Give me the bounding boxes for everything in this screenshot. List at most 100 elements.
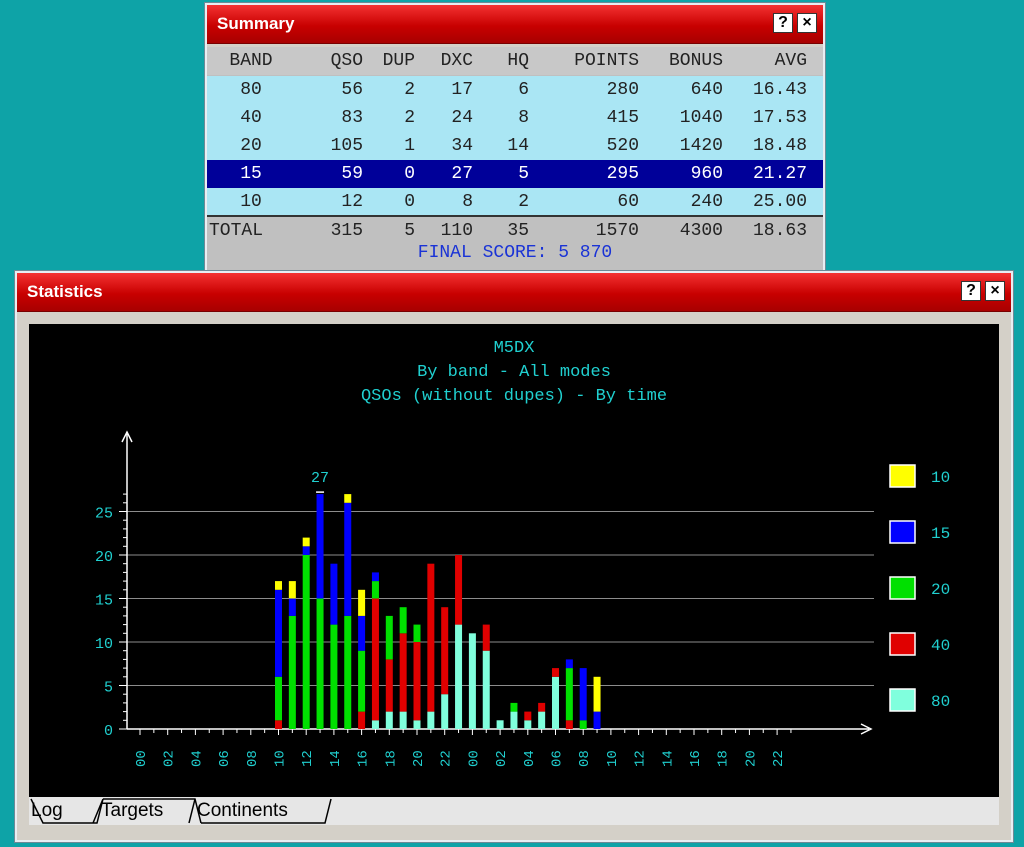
bar-segment-40 <box>358 711 366 729</box>
cell-qso: 56 <box>341 80 363 100</box>
legend-swatch-80 <box>889 688 916 712</box>
tab-log[interactable]: Log <box>31 799 63 823</box>
x-tick-label: 16 <box>356 750 372 767</box>
bar-segment-20 <box>288 615 296 729</box>
bar-segment-20 <box>371 581 379 599</box>
cell-band: 80 <box>240 80 262 100</box>
legend-label: 15 <box>931 525 950 543</box>
y-tick-label: 20 <box>95 549 113 566</box>
y-tick-label: 5 <box>104 680 113 697</box>
summary-close-button[interactable]: × <box>797 13 817 33</box>
table-row[interactable]: 15 59 0 27 5 295 960 21.27 <box>207 160 823 188</box>
summary-title: Summary <box>217 14 295 33</box>
table-row[interactable]: 10 12 0 8 2 60 240 25.00 <box>207 188 823 216</box>
cell-points: 60 <box>617 192 639 212</box>
cell-qso: 315 <box>330 221 363 241</box>
bar-segment-20 <box>358 650 366 712</box>
bar-segment-40 <box>413 642 421 721</box>
cell-dup: 5 <box>404 221 415 241</box>
cell-avg: 18.63 <box>752 221 807 241</box>
table-header: BAND QSO DUP DXC HQ POINTS BONUS AVG <box>207 47 823 75</box>
summary-help-button[interactable]: ? <box>773 13 793 33</box>
bar-segment-20 <box>579 720 587 729</box>
bar-segment-15 <box>344 502 352 616</box>
cell-band: TOTAL <box>209 221 264 241</box>
cell-dxc: DXC <box>440 51 473 71</box>
cell-bonus: 960 <box>690 164 723 184</box>
statistics-titlebar[interactable]: Statistics ? × <box>17 273 1011 312</box>
cell-points: 295 <box>606 164 639 184</box>
bar-segment-10 <box>593 676 601 712</box>
bar-segment-80 <box>538 711 546 729</box>
x-tick-label: 04 <box>189 750 205 767</box>
bar-segment-80 <box>496 720 504 729</box>
bar-segment-20 <box>302 555 310 729</box>
y-tick-label: 25 <box>95 506 113 523</box>
x-tick-label: 08 <box>245 750 261 767</box>
x-tick-label: 06 <box>550 750 566 767</box>
x-tick-label: 12 <box>633 750 649 767</box>
x-tick-label: 16 <box>688 750 704 767</box>
bar-segment-15 <box>565 659 573 669</box>
tab-targets[interactable]: Targets <box>101 799 163 823</box>
cell-dup: 2 <box>404 80 415 100</box>
cell-hq: 14 <box>507 136 529 156</box>
cell-dup: 0 <box>404 192 415 212</box>
tab-continents[interactable]: Continents <box>197 799 288 823</box>
bar-segment-80 <box>468 633 476 729</box>
max-label: 27 <box>311 470 329 487</box>
bar-segment-20 <box>344 615 352 729</box>
legend-label: 20 <box>931 581 950 599</box>
legend-label: 40 <box>931 637 950 655</box>
chart-area: M5DX By band - All modes QSOs (without dup… <box>29 324 999 797</box>
table-row[interactable]: 40 83 2 24 8 415 1040 17.53 <box>207 104 823 132</box>
x-tick-label: 12 <box>300 750 316 767</box>
cell-avg: AVG <box>774 51 807 71</box>
bar-segment-20 <box>275 676 282 721</box>
table-row[interactable]: 20 105 1 34 14 520 1420 18.48 <box>207 132 823 160</box>
bar-segment-20 <box>399 607 407 634</box>
cell-avg: 17.53 <box>752 108 807 128</box>
legend-swatch-10 <box>889 464 916 488</box>
bar-segment-40 <box>399 633 407 712</box>
x-tick-label: 02 <box>162 750 178 767</box>
x-tick-label: 18 <box>383 750 399 767</box>
cell-bonus: BONUS <box>668 51 723 71</box>
bar-segment-40 <box>385 659 393 712</box>
bar-segment-15 <box>302 546 310 555</box>
bar-segment-40 <box>565 720 573 729</box>
cell-avg: 21.27 <box>752 164 807 184</box>
summary-table: BAND QSO DUP DXC HQ POINTS BONUS AVG 80 56 2 17 6 280… <box>207 47 823 271</box>
legend-swatch-40 <box>889 632 916 656</box>
bar-segment-40 <box>524 711 532 721</box>
table-row[interactable]: 80 56 2 17 6 280 640 16.43 <box>207 76 823 104</box>
x-tick-label: 00 <box>134 750 150 767</box>
bar-segment-40 <box>538 702 546 712</box>
cell-hq: 2 <box>518 192 529 212</box>
cell-dup: DUP <box>382 51 415 71</box>
statistics-title: Statistics <box>27 282 103 301</box>
bar-segment-15 <box>316 494 324 599</box>
bar-segment-80 <box>455 624 463 729</box>
bar-segment-80 <box>385 711 393 729</box>
summary-titlebar[interactable]: Summary ? × <box>207 5 823 44</box>
cell-dxc: 110 <box>440 221 473 241</box>
y-tick-label: 10 <box>95 636 113 653</box>
bar-segment-15 <box>330 563 338 625</box>
bar-segment-40 <box>552 668 559 677</box>
cell-band: 20 <box>240 136 262 156</box>
cell-hq: 6 <box>518 80 529 100</box>
x-tick-label: 04 <box>522 750 538 767</box>
cell-avg: 18.48 <box>752 136 807 156</box>
statistics-close-button[interactable]: × <box>985 281 1005 301</box>
bar-segment-15 <box>288 598 296 616</box>
bar-segment-20 <box>385 615 393 660</box>
bar-segment-40 <box>371 598 379 721</box>
bar-segment-40 <box>455 555 463 625</box>
bar-segment-15 <box>593 711 601 729</box>
bar-segment-15 <box>358 615 366 651</box>
cell-points: 280 <box>606 80 639 100</box>
statistics-help-button[interactable]: ? <box>961 281 981 301</box>
cell-qso: 59 <box>341 164 363 184</box>
bar-segment-10 <box>344 494 352 503</box>
